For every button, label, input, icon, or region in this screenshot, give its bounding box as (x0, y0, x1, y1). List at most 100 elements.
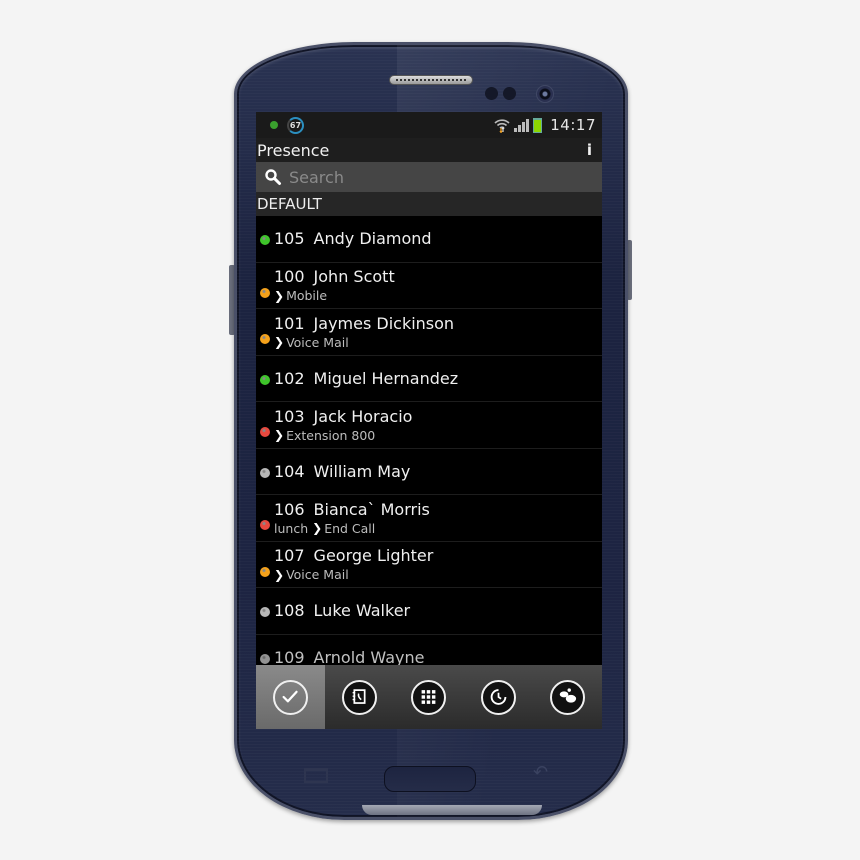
progress-badge-icon: 67 (287, 116, 304, 134)
earpiece-speaker (389, 75, 473, 85)
clock: 14:17 (550, 116, 596, 134)
contact-extension: 109 (274, 647, 305, 667)
info-button[interactable]: i (587, 141, 592, 159)
contact-forward-info: lunch ❯ End Call (274, 521, 602, 536)
contact-name: Bianca` Morris (313, 499, 430, 519)
presence-status-icon (260, 467, 270, 478)
contact-extension: 107 (274, 546, 305, 566)
forward-target: Mobile (286, 288, 328, 304)
contact-main: 101 Jaymes Dickinson (274, 314, 602, 333)
contact-name: William May (313, 461, 411, 481)
forward-target: End Call (324, 520, 376, 536)
contact-extension: 108 (274, 601, 305, 621)
nav-icon-circle (549, 679, 585, 715)
contact-name: Andy Diamond (313, 229, 432, 249)
search-icon (265, 169, 281, 185)
nav-icon-circle (480, 679, 516, 715)
chevron-right-icon: ❯ (274, 288, 285, 303)
contact-main: 100 John Scott (274, 267, 602, 286)
contact-forward-info: ❯ Voice Mail (274, 335, 602, 350)
contact-row[interactable]: 106 Bianca` Morris lunch ❯ End Call (256, 495, 602, 542)
presence-status-icon (260, 520, 270, 530)
chevron-right-icon: ❯ (274, 335, 285, 350)
nav-tab-presence[interactable] (256, 665, 325, 729)
contact-extension: 102 (274, 368, 305, 388)
contact-name: Arnold Wayne (313, 647, 425, 667)
chevron-right-icon: ❯ (274, 428, 285, 443)
presence-status-icon (260, 427, 270, 437)
nav-icon-circle (342, 679, 378, 715)
nav-tab-contacts[interactable] (325, 665, 394, 729)
contact-row[interactable]: 108 Luke Walker (256, 588, 602, 635)
menu-key[interactable] (304, 768, 328, 783)
presence-status-icon (260, 566, 270, 577)
contact-main: 106 Bianca` Morris (274, 500, 602, 519)
contact-row[interactable]: 103 Jack Horacio ❯ Extension 800 (256, 402, 602, 449)
contact-name: Jack Horacio (313, 406, 413, 426)
contact-extension: 100 (274, 267, 305, 287)
contact-row[interactable]: 100 John Scott ❯ Mobile (256, 263, 602, 309)
contact-forward-info: ❯ Voice Mail (274, 567, 602, 582)
contact-main: 108 Luke Walker (274, 601, 602, 620)
chat-icon (559, 688, 576, 703)
chevron-right-icon: ❯ (312, 521, 323, 536)
front-camera (536, 85, 554, 103)
checkmark-icon (282, 690, 298, 703)
nav-tab-dialpad[interactable] (394, 665, 463, 729)
presence-status-icon (260, 653, 270, 664)
status-note: lunch (274, 520, 309, 536)
contact-main: 105 Andy Diamond (274, 229, 602, 248)
contact-list[interactable]: 105 Andy Diamond 100 John Scott ❯ Mobile 10… (256, 216, 602, 681)
page-title: Presence (257, 140, 330, 160)
presence-status-icon (260, 374, 270, 385)
light-sensor (503, 87, 516, 100)
proximity-sensor (485, 87, 498, 100)
contact-name: Luke Walker (313, 601, 411, 621)
contact-extension: 104 (274, 461, 305, 481)
contact-row[interactable]: 105 Andy Diamond (256, 216, 602, 263)
battery-icon (533, 117, 543, 133)
chevron-right-icon: ❯ (274, 567, 285, 582)
contact-name: Miguel Hernandez (313, 368, 459, 388)
contact-main: 102 Miguel Hernandez (274, 369, 602, 388)
signal-icon (514, 118, 530, 132)
presence-status-icon (260, 235, 270, 245)
contact-extension: 101 (274, 313, 305, 333)
forward-target: Voice Mail (286, 567, 349, 583)
phonebook-icon (352, 689, 366, 704)
nav-tab-chat[interactable] (533, 665, 602, 729)
notification-dot-icon (270, 121, 278, 129)
group-header: DEFAULT (256, 192, 602, 216)
contact-row[interactable]: 102 Miguel Hernandez (256, 356, 602, 402)
nav-tab-history[interactable] (464, 665, 533, 729)
contact-row[interactable]: 101 Jaymes Dickinson ❯ Voice Mail (256, 309, 602, 356)
contact-main: 104 William May (274, 462, 602, 481)
search-bar[interactable] (256, 162, 602, 192)
presence-status-icon (260, 334, 270, 344)
history-icon (490, 689, 506, 705)
bottom-navbar (256, 665, 602, 729)
nav-icon-circle (411, 679, 447, 715)
bottom-bezel-band (362, 805, 542, 815)
screen: 67 14:17 Presence i Search DEFAULT 105 A… (256, 112, 602, 729)
home-button[interactable] (384, 766, 476, 792)
contact-row[interactable]: 107 George Lighter ❯ Voice Mail (256, 542, 602, 588)
contact-main: 107 George Lighter (274, 546, 602, 565)
forward-target: Extension 800 (286, 427, 376, 443)
forward-target: Voice Mail (286, 334, 349, 350)
contact-row[interactable]: 104 William May (256, 449, 602, 495)
contact-extension: 103 (274, 406, 305, 426)
contact-main: 109 Arnold Wayne (274, 648, 602, 667)
contact-extension: 106 (274, 499, 305, 519)
stage: 67 14:17 Presence i Search DEFAULT 105 A… (0, 0, 860, 860)
contact-extension: 105 (274, 229, 305, 249)
contact-name: George Lighter (313, 546, 434, 566)
search-input[interactable] (289, 167, 569, 187)
nav-icon-circle (273, 679, 308, 715)
contact-name: John Scott (313, 267, 395, 287)
contact-name: Jaymes Dickinson (313, 313, 455, 333)
presence-status-icon (260, 607, 270, 617)
contact-forward-info: ❯ Extension 800 (274, 428, 602, 443)
back-key-icon[interactable]: ↶ (533, 764, 557, 782)
contact-main: 103 Jack Horacio (274, 407, 602, 426)
